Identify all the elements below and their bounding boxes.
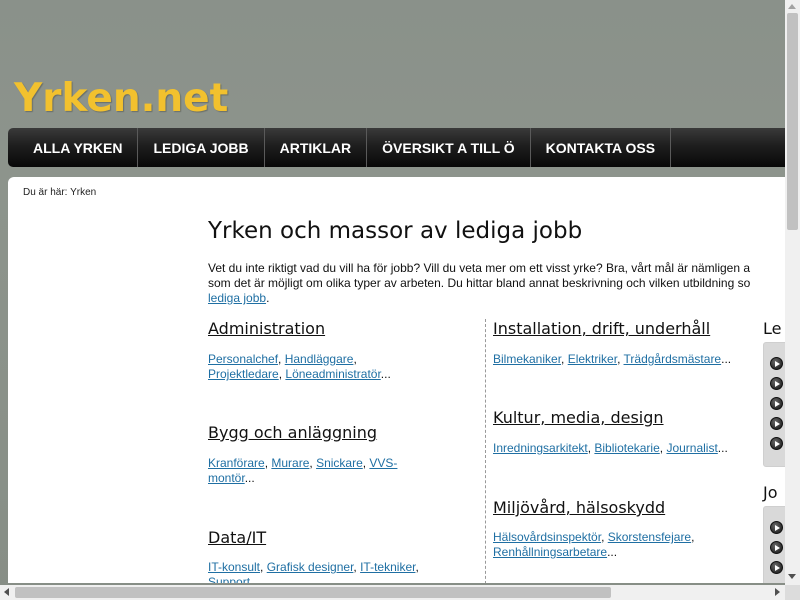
nav-artiklar[interactable]: ARTIKLAR <box>265 128 368 167</box>
horizontal-scroll-thumb[interactable] <box>15 587 611 598</box>
play-bullet-icon[interactable] <box>770 561 783 574</box>
play-bullet-icon[interactable] <box>770 417 783 430</box>
job-link[interactable]: Bibliotekarie <box>594 441 659 455</box>
play-bullet-icon[interactable] <box>770 541 783 554</box>
category-miljo-title[interactable]: Miljövård, hälsoskydd <box>493 498 665 517</box>
sidebar-heading-1: Le <box>763 319 782 338</box>
nav-kontakta-oss[interactable]: KONTAKTA OSS <box>531 128 672 167</box>
category-bygg-links: Kranförare, Murare, Snickare, VVS- montö… <box>208 456 398 485</box>
play-bullet-icon[interactable] <box>770 437 783 450</box>
job-link[interactable]: Murare <box>271 456 309 470</box>
horizontal-scrollbar[interactable] <box>0 585 785 600</box>
scrollbar-corner <box>785 585 800 600</box>
job-link[interactable]: Skorstensfejare <box>608 530 691 544</box>
category-administration-links: Personalchef, Handläggare, Projektledare… <box>208 352 391 381</box>
job-link[interactable]: Snickare <box>316 456 363 470</box>
category-bygg-title[interactable]: Bygg och anläggning <box>208 423 377 442</box>
job-link[interactable]: Elektriker <box>568 352 617 366</box>
job-link[interactable]: IT-konsult <box>208 560 260 574</box>
job-link[interactable]: VVS- <box>369 456 397 470</box>
category-data-title[interactable]: Data/IT <box>208 528 266 547</box>
vertical-scrollbar[interactable] <box>785 0 800 585</box>
job-link[interactable]: Inredningsarkitekt <box>493 441 588 455</box>
play-bullet-icon[interactable] <box>770 521 783 534</box>
job-link[interactable]: Personalchef <box>208 352 278 366</box>
category-administration-title[interactable]: Administration <box>208 319 325 338</box>
vertical-scroll-thumb[interactable] <box>787 13 798 230</box>
intro-text: Vet du inte riktigt vad du vill ha för j… <box>208 261 751 305</box>
lediga-jobb-link[interactable]: lediga jobb <box>208 291 266 305</box>
category-data-links: IT-konsult, Grafisk designer, IT-teknike… <box>208 560 458 583</box>
category-miljo-links: Hälsovårdsinspektör, Skorstensfejare, Re… <box>493 530 695 559</box>
category-installation-links: Bilmekaniker, Elektriker, Trädgårdsmästa… <box>493 352 732 366</box>
sidebar-heading-2: Jo <box>763 483 778 502</box>
column-divider <box>485 319 486 583</box>
category-installation-title[interactable]: Installation, drift, underhåll <box>493 319 710 338</box>
category-kultur-links: Inredningsarkitekt, Bibliotekarie, Journ… <box>493 441 728 455</box>
scroll-left-arrow-icon[interactable] <box>4 588 9 596</box>
job-link[interactable]: Bilmekaniker <box>493 352 561 366</box>
job-link[interactable]: Löneadministratör <box>285 367 380 381</box>
breadcrumb: Du är här: Yrken <box>23 187 97 198</box>
category-kultur-title[interactable]: Kultur, media, design <box>493 408 664 427</box>
nav-alla-yrken[interactable]: ALLA YRKEN <box>8 128 139 167</box>
play-bullet-icon[interactable] <box>770 357 783 370</box>
nav-oversikt[interactable]: ÖVERSIKT A TILL Ö <box>367 128 531 167</box>
job-link[interactable]: Journalist <box>666 441 717 455</box>
job-link[interactable]: Projektledare <box>208 367 279 381</box>
job-link[interactable]: Kranförare <box>208 456 265 470</box>
job-link[interactable]: Renhållningsarbetare <box>493 545 607 559</box>
job-link[interactable]: Support <box>208 575 250 583</box>
job-link[interactable]: IT-tekniker <box>360 560 415 574</box>
job-link[interactable]: Hälsovårdsinspektör <box>493 530 601 544</box>
play-bullet-icon[interactable] <box>770 377 783 390</box>
nav-lediga-jobb[interactable]: LEDIGA JOBB <box>138 128 265 167</box>
job-link[interactable]: Handläggare <box>285 352 354 366</box>
content-area: Du är här: Yrken Yrken och massor av led… <box>8 177 785 583</box>
scroll-down-arrow-icon[interactable] <box>788 574 796 579</box>
job-link[interactable]: Trädgårdsmästare <box>624 352 722 366</box>
main-nav: ALLA YRKEN LEDIGA JOBB ARTIKLAR ÖVERSIKT… <box>8 128 788 167</box>
site-logo[interactable]: Yrken.net <box>14 76 228 121</box>
job-link[interactable]: Grafisk designer <box>267 560 354 574</box>
job-link[interactable]: montör <box>208 471 245 485</box>
page-title: Yrken och massor av lediga jobb <box>208 218 583 244</box>
scroll-up-arrow-icon[interactable] <box>788 4 796 9</box>
breadcrumb-current: Yrken <box>70 187 97 198</box>
scroll-right-arrow-icon[interactable] <box>775 588 780 596</box>
play-bullet-icon[interactable] <box>770 397 783 410</box>
